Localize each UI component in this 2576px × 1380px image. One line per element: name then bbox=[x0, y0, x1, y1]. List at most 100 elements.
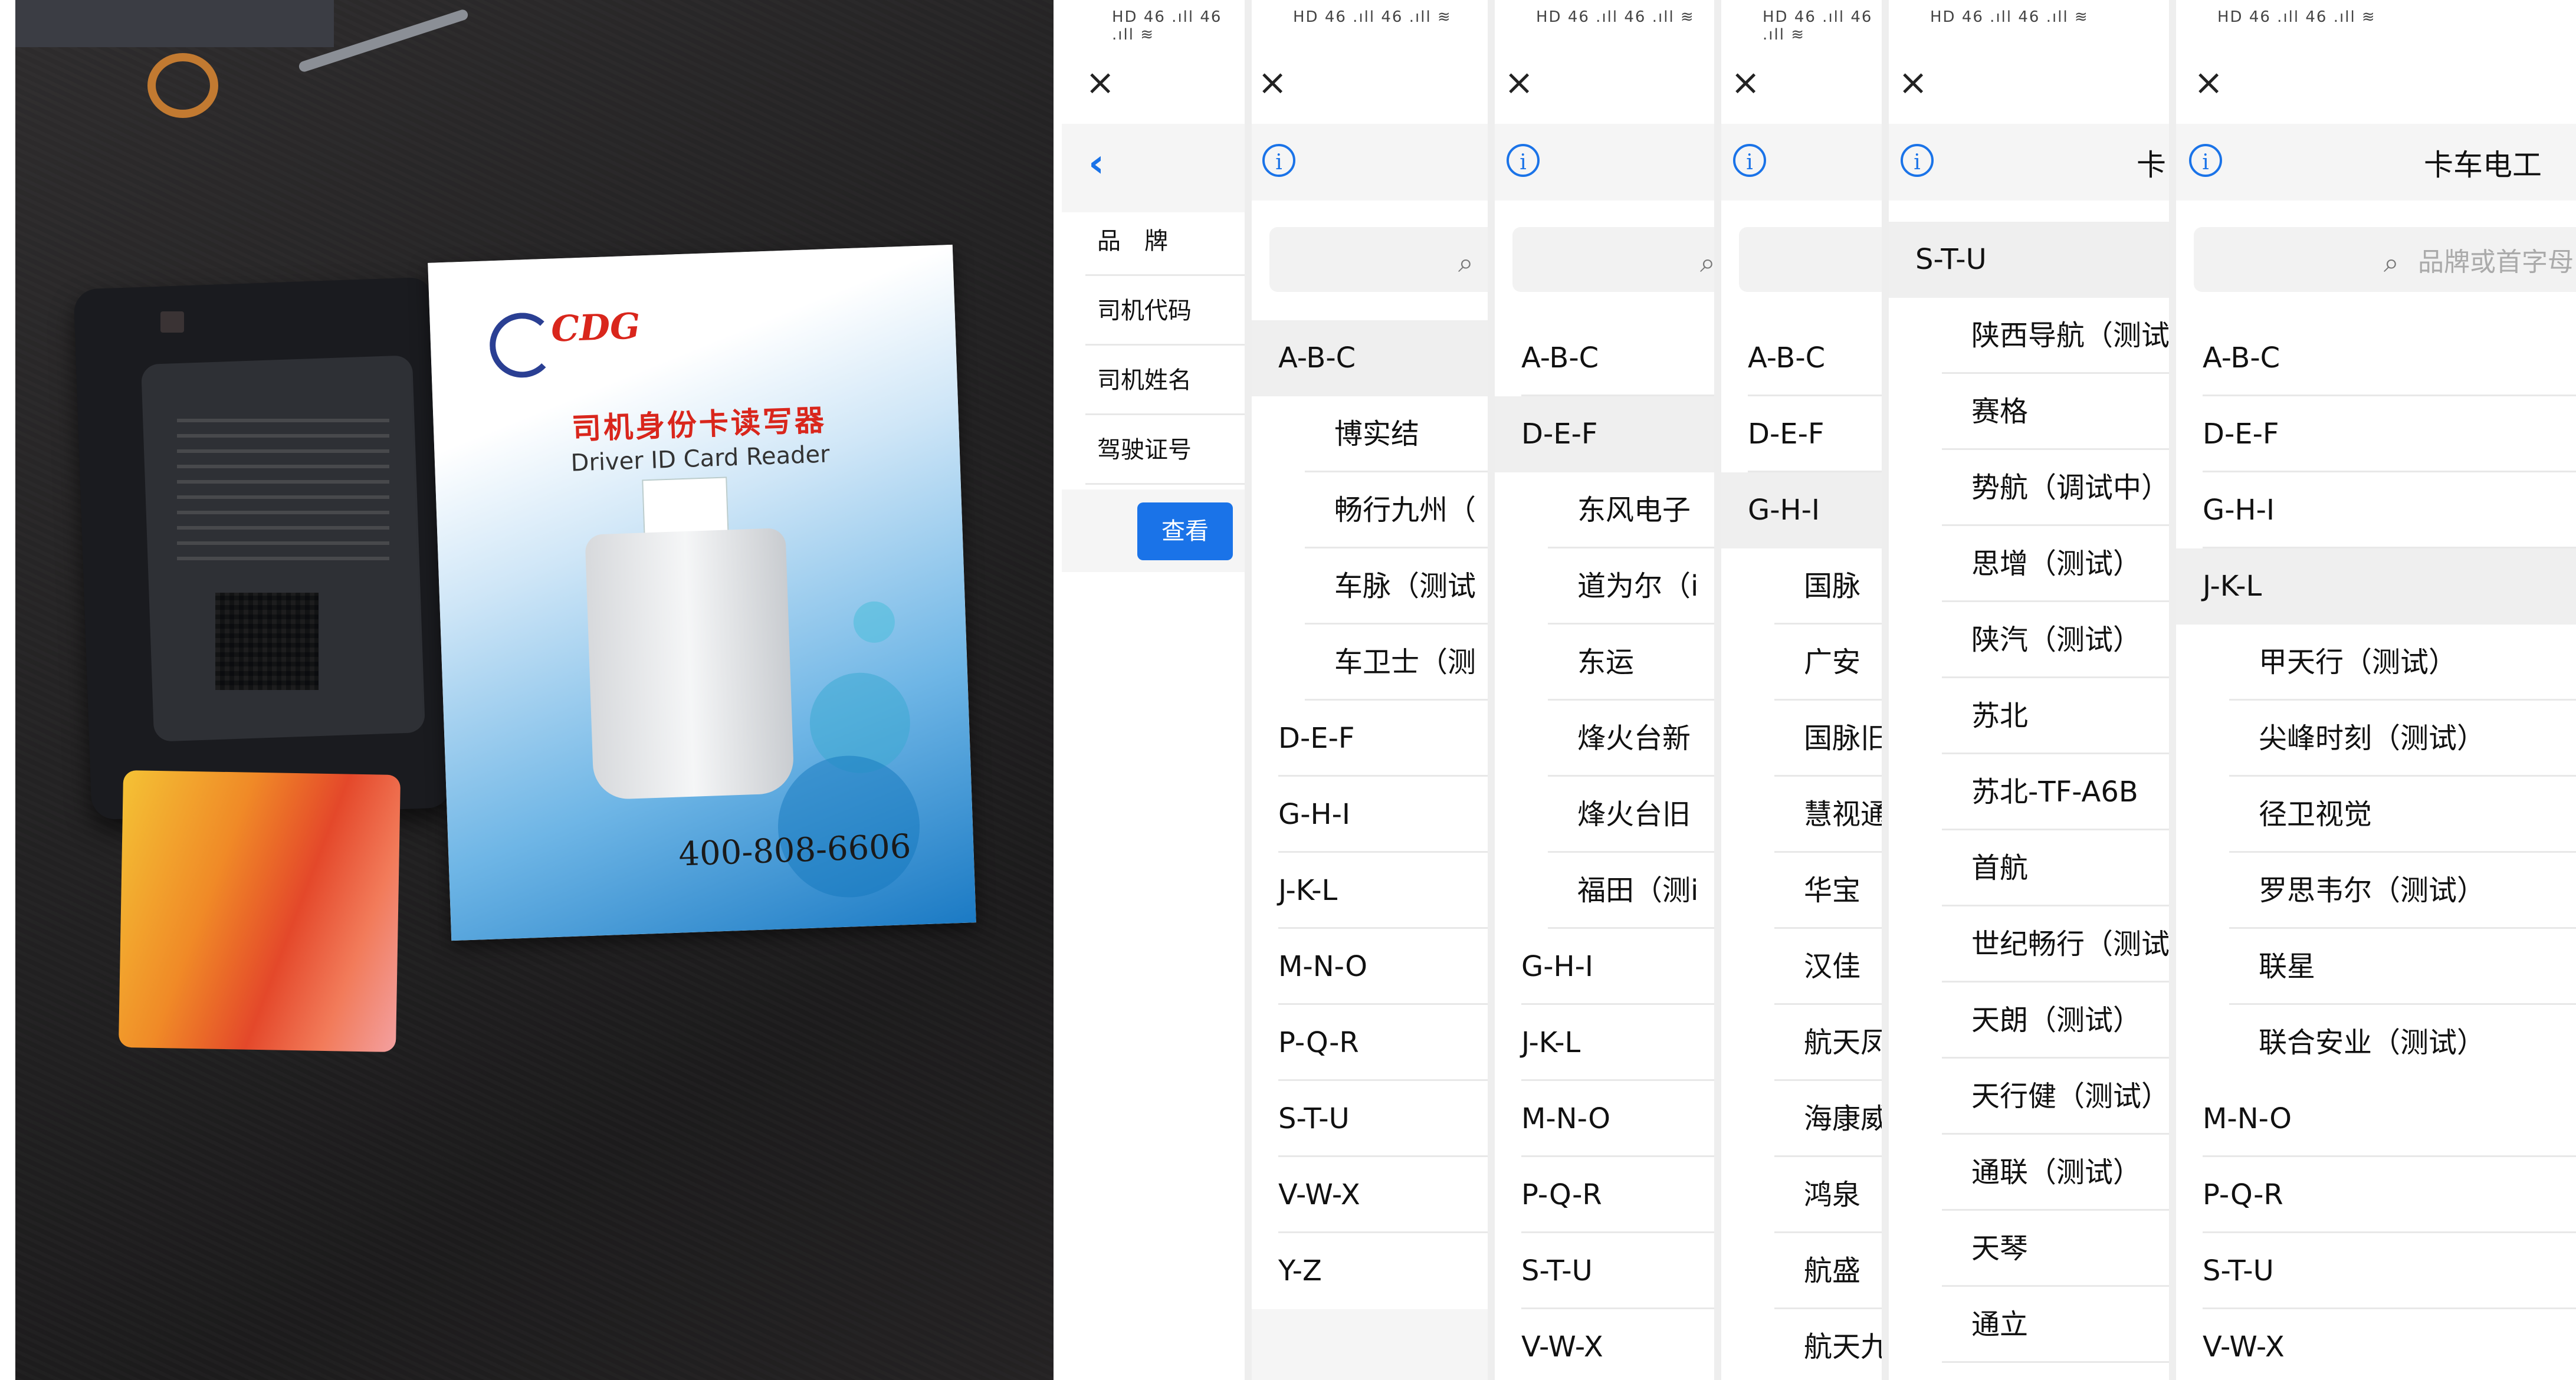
list-item[interactable]: 陕西导航（测试 bbox=[1942, 298, 2169, 374]
group-header[interactable]: J-K-L bbox=[1495, 1005, 1714, 1081]
info-icon[interactable]: i bbox=[1733, 144, 1766, 177]
page-title: 卡车电工 bbox=[2424, 148, 2542, 182]
list-item[interactable]: 尖峰时刻（测试） bbox=[2229, 701, 2576, 777]
list-item[interactable]: 天朗（测试） bbox=[1942, 983, 2169, 1059]
group-header[interactable]: D-E-F bbox=[1495, 396, 1714, 472]
group-header[interactable]: P-Q-R bbox=[2176, 1157, 2576, 1233]
status-bar: HD 46 .ıll 46 .ıll ≋ bbox=[1536, 8, 1695, 26]
list-item[interactable]: 首航 bbox=[1942, 830, 2169, 906]
list-item[interactable]: 慧视通 bbox=[1774, 777, 1882, 853]
list-item[interactable]: 博实结 bbox=[1305, 396, 1488, 472]
list-item[interactable]: 陕汽（测试） bbox=[1942, 602, 2169, 678]
list-item[interactable]: 东风电子 bbox=[1548, 472, 1714, 548]
close-icon[interactable]: × bbox=[1258, 65, 1287, 100]
group-header[interactable]: G-H-I bbox=[2176, 472, 2576, 548]
list-item[interactable]: 航盛 bbox=[1774, 1233, 1882, 1309]
search-input[interactable] bbox=[1739, 227, 1882, 292]
list-item[interactable]: 畅行九州（ bbox=[1305, 472, 1488, 548]
info-icon[interactable]: i bbox=[1901, 144, 1934, 177]
status-bar: HD 46 .ıll 46 .ıll ≋ bbox=[1293, 8, 1452, 26]
status-bar: HD 46 .ıll 46 .ıll ≋ bbox=[1763, 8, 1873, 44]
close-icon[interactable]: × bbox=[1504, 65, 1534, 100]
list-item[interactable]: 甲天行（测试） bbox=[2229, 625, 2576, 701]
group-header[interactable]: M-N-O bbox=[1495, 1081, 1714, 1157]
search-input[interactable] bbox=[1269, 227, 1488, 292]
query-button[interactable]: 查看 bbox=[1137, 502, 1233, 560]
list-item[interactable]: 国脉 bbox=[1774, 548, 1882, 625]
group-header[interactable]: Y-Z bbox=[1252, 1233, 1488, 1309]
group-header[interactable]: A-B-C bbox=[1252, 320, 1488, 396]
status-bar: HD 46 .ıll 46 .ıll ≋ bbox=[1112, 8, 1222, 44]
list-item[interactable]: 苏北-TF-A6B bbox=[1942, 754, 2169, 830]
close-icon[interactable]: × bbox=[1898, 65, 1928, 100]
list-item[interactable]: 华宝 bbox=[1774, 853, 1882, 929]
list-item[interactable]: 汉佳 bbox=[1774, 929, 1882, 1005]
group-header[interactable]: G-H-I bbox=[1252, 777, 1488, 853]
group-header[interactable]: V-W-X bbox=[2176, 1309, 2576, 1380]
list-item[interactable]: 烽火台新 bbox=[1548, 701, 1714, 777]
list-item[interactable]: 通立 bbox=[1942, 1287, 2169, 1363]
list-item[interactable]: 广安 bbox=[1774, 625, 1882, 701]
field-driver-code[interactable]: 司机代码 bbox=[1062, 276, 1245, 346]
group-header[interactable]: M-N-O bbox=[2176, 1081, 2576, 1157]
group-header[interactable]: D-E-F bbox=[1252, 701, 1488, 777]
search-input[interactable] bbox=[1512, 227, 1714, 292]
info-icon[interactable]: i bbox=[1262, 144, 1295, 177]
list-item[interactable]: 联星 bbox=[2229, 929, 2576, 1005]
field-license-number[interactable]: 驾驶证号 bbox=[1062, 415, 1245, 485]
pane-query-form: HD 46 .ıll 46 .ıll ≋ × ‹ 品 牌 司机代码 司机姓名 驾… bbox=[1062, 0, 1245, 1380]
pane-brand-list-ghi: HD 46 .ıll 46 .ıll ≋ × i A-B-C D-E-F G-H… bbox=[1721, 0, 1882, 1380]
list-item[interactable]: 世纪畅行（测试 bbox=[1942, 906, 2169, 983]
list-item[interactable]: 航天凤 bbox=[1774, 1005, 1882, 1081]
close-icon[interactable]: × bbox=[1731, 65, 1760, 100]
info-icon[interactable]: i bbox=[1507, 144, 1540, 177]
list-item[interactable]: 国脉旧 bbox=[1774, 701, 1882, 777]
list-item[interactable]: 航天九 bbox=[1774, 1309, 1882, 1380]
list-item[interactable]: 联合安业（测试） bbox=[2229, 1005, 2576, 1081]
back-icon[interactable]: ‹ bbox=[1088, 140, 1104, 186]
list-item[interactable]: 苏北 bbox=[1942, 678, 2169, 754]
list-item[interactable]: 天行健（测试） bbox=[1942, 1059, 2169, 1135]
group-header[interactable]: D-E-F bbox=[1721, 396, 1882, 472]
close-icon[interactable]: × bbox=[1085, 65, 1115, 100]
list-item[interactable]: 车卫士（测 bbox=[1305, 625, 1488, 701]
product-photo: CDG 司机身份卡读写器 Driver ID Card Reader 400-8… bbox=[0, 0, 1054, 1380]
list-item[interactable]: 径卫视觉 bbox=[2229, 777, 2576, 853]
group-header[interactable]: A-B-C bbox=[2176, 320, 2576, 396]
list-item[interactable]: 东运 bbox=[1548, 625, 1714, 701]
list-item[interactable]: 道为尔（i bbox=[1548, 548, 1714, 625]
info-icon[interactable]: i bbox=[2189, 144, 2222, 177]
list-item[interactable]: 势航（调试中） bbox=[1942, 450, 2169, 526]
pane-brand-list-stu: HD 46 .ıll 46 .ıll ≋ × i 卡 S-T-U 陕西导航（测试… bbox=[1889, 0, 2169, 1380]
group-header[interactable]: S-T-U bbox=[1889, 222, 2169, 298]
group-header[interactable]: V-W-X bbox=[1252, 1157, 1488, 1233]
list-item[interactable]: 福田（测i bbox=[1548, 853, 1714, 929]
group-header[interactable]: A-B-C bbox=[1495, 320, 1714, 396]
group-header[interactable]: J-K-L bbox=[2176, 548, 2576, 625]
list-item[interactable]: 罗思韦尔（测试） bbox=[2229, 853, 2576, 929]
group-header[interactable]: G-H-I bbox=[1495, 929, 1714, 1005]
group-header[interactable]: V-W-X bbox=[1495, 1309, 1714, 1380]
field-driver-name[interactable]: 司机姓名 bbox=[1062, 346, 1245, 415]
list-item[interactable]: 鸿泉 bbox=[1774, 1157, 1882, 1233]
field-brand[interactable]: 品 牌 bbox=[1062, 206, 1245, 276]
list-item[interactable]: 思增（测试） bbox=[1942, 526, 2169, 602]
group-header[interactable]: A-B-C bbox=[1721, 320, 1882, 396]
group-header[interactable]: S-T-U bbox=[2176, 1233, 2576, 1309]
pane-brand-list-jkl: HD 46 .ıll 46 .ıll ≋ × i 卡车电工 ⌕ 品牌或首字母 A… bbox=[2176, 0, 2576, 1380]
list-item[interactable]: 赛格 bbox=[1942, 374, 2169, 450]
group-header[interactable]: P-Q-R bbox=[1252, 1005, 1488, 1081]
list-item[interactable]: 天琴 bbox=[1942, 1211, 2169, 1287]
group-header[interactable]: M-N-O bbox=[1252, 929, 1488, 1005]
list-item[interactable]: 烽火台旧 bbox=[1548, 777, 1714, 853]
group-header[interactable]: D-E-F bbox=[2176, 396, 2576, 472]
group-header[interactable]: J-K-L bbox=[1252, 853, 1488, 929]
list-item[interactable]: 通联（测试） bbox=[1942, 1135, 2169, 1211]
group-header[interactable]: S-T-U bbox=[1495, 1233, 1714, 1309]
group-header[interactable]: S-T-U bbox=[1252, 1081, 1488, 1157]
list-item[interactable]: 海康威 bbox=[1774, 1081, 1882, 1157]
group-header[interactable]: G-H-I bbox=[1721, 472, 1882, 548]
close-icon[interactable]: × bbox=[2194, 65, 2223, 100]
group-header[interactable]: P-Q-R bbox=[1495, 1157, 1714, 1233]
list-item[interactable]: 车脉（测试 bbox=[1305, 548, 1488, 625]
